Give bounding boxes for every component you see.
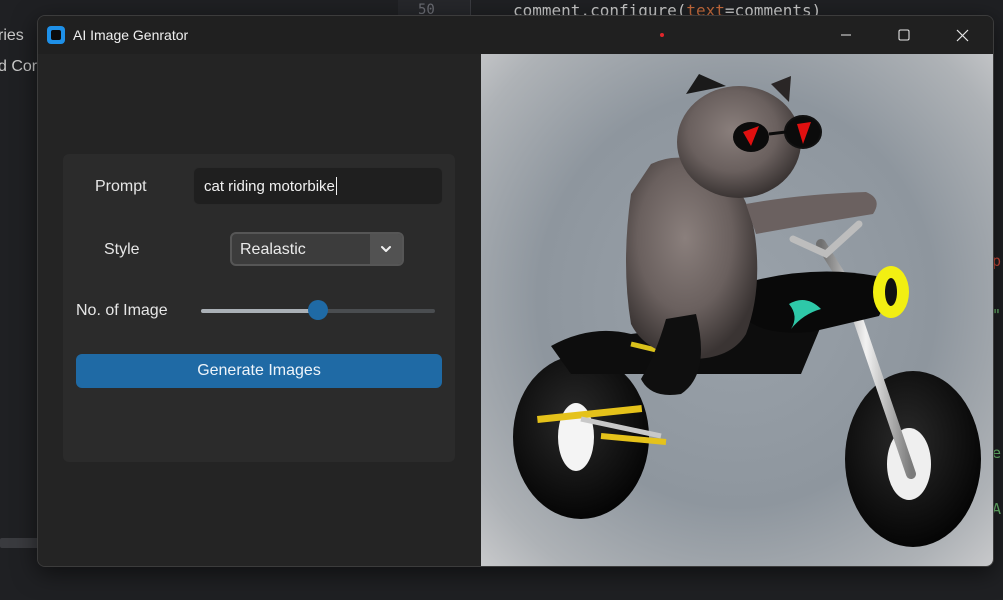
app-icon <box>47 26 65 44</box>
close-icon <box>956 29 968 41</box>
num-images-label: No. of Image <box>76 302 168 319</box>
minimize-button[interactable] <box>817 16 875 54</box>
text-caret <box>335 177 337 195</box>
cat-motorbike-illustration <box>513 74 981 547</box>
controls-area: Prompt cat riding motorbike Style Realas… <box>38 54 481 566</box>
window-title: AI Image Genrator <box>73 27 189 43</box>
editor-scrollbar[interactable] <box>0 538 40 548</box>
num-images-slider[interactable] <box>201 300 435 320</box>
generate-images-button[interactable]: Generate Images <box>76 354 442 388</box>
slider-fill <box>201 309 318 313</box>
minimize-icon <box>841 34 851 36</box>
style-selected-value: Realastic <box>240 241 306 258</box>
prompt-input[interactable]: cat riding motorbike <box>193 167 443 205</box>
slider-handle[interactable] <box>308 300 328 320</box>
close-button[interactable] <box>933 16 991 54</box>
prompt-label: Prompt <box>95 178 147 195</box>
style-label: Style <box>104 241 140 258</box>
generated-image <box>481 54 993 566</box>
maximize-icon <box>898 29 910 41</box>
controls-panel: Prompt cat riding motorbike Style Realas… <box>63 154 455 462</box>
prompt-value: cat riding motorbike <box>204 177 335 195</box>
chevron-down-icon <box>381 246 391 252</box>
app-window: AI Image Genrator Prompt cat riding moto… <box>37 15 994 567</box>
style-dropdown[interactable]: Realastic <box>230 232 404 266</box>
title-bar[interactable]: AI Image Genrator <box>38 16 993 54</box>
editor-side-text: ries <box>0 27 24 44</box>
dropdown-arrow-button[interactable] <box>370 234 402 264</box>
maximize-button[interactable] <box>875 16 933 54</box>
editor-side-text: d Cor <box>0 58 38 75</box>
status-dot <box>660 33 664 37</box>
